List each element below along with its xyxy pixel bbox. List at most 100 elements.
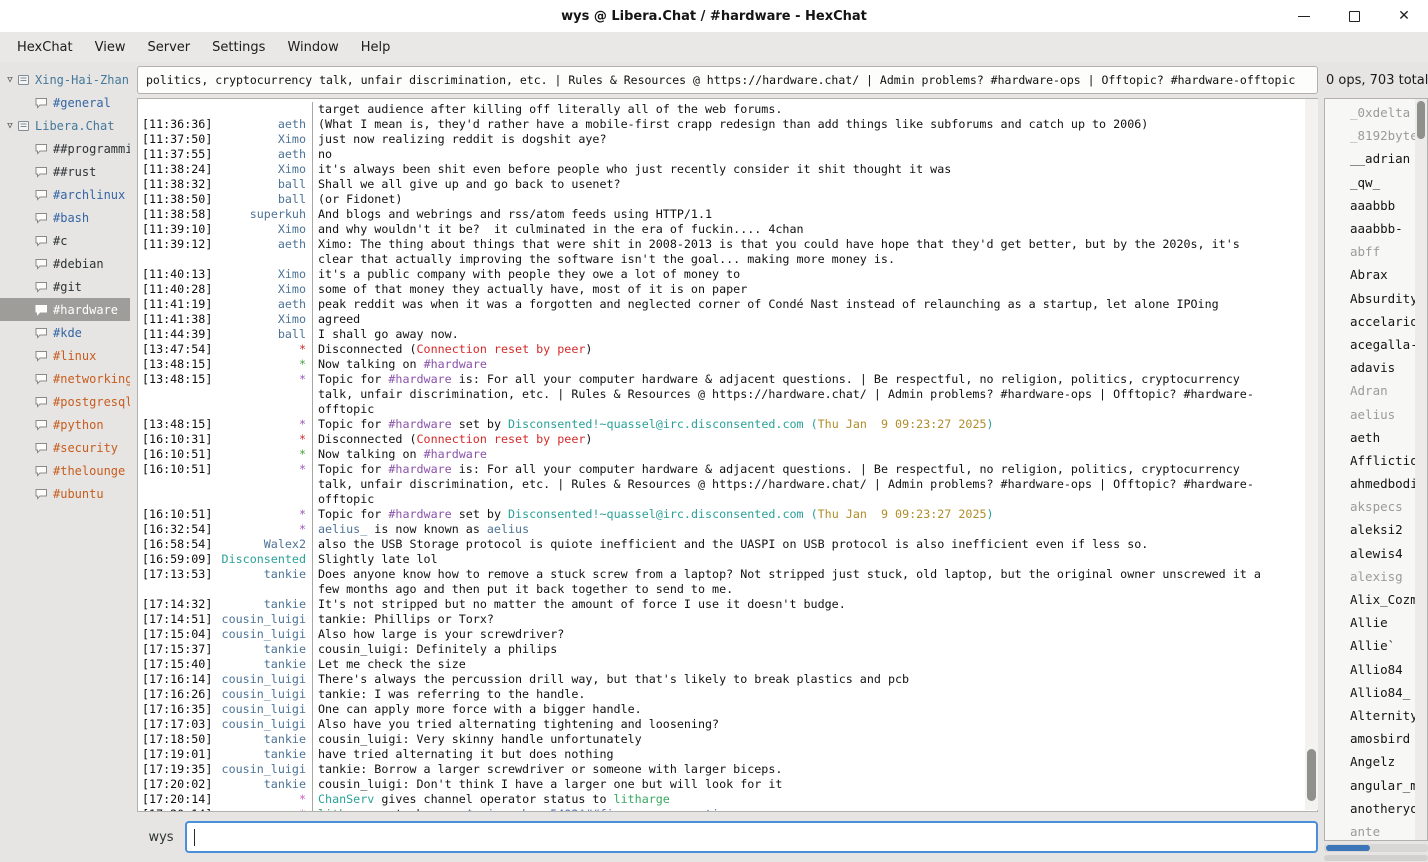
sidebar-item--kde[interactable]: #kde — [0, 321, 130, 344]
chat-message-segment: #hardware — [388, 417, 451, 431]
user-list-item[interactable]: _qw_ — [1325, 171, 1427, 194]
user-list-item[interactable]: Allie` — [1325, 634, 1427, 657]
tree-expander-icon[interactable]: ▽ — [3, 121, 17, 131]
chat-scrollbar-thumb[interactable] — [1307, 749, 1316, 801]
topic-bar[interactable]: politics, cryptocurrency talk, unfair di… — [137, 66, 1318, 94]
userlist-hscrollbar-thumb[interactable] — [1326, 845, 1370, 851]
user-list-item[interactable]: Absurdity — [1325, 287, 1427, 310]
user-list-item[interactable]: angular_m — [1325, 773, 1427, 796]
sidebar-item--general[interactable]: #general — [0, 91, 130, 114]
user-list-item[interactable]: Alternity — [1325, 704, 1427, 727]
user-list-item[interactable]: aeth — [1325, 426, 1427, 449]
chat-message: have tried alternating it but does nothi… — [312, 747, 1280, 762]
chat-message-segment: gives channel operator status to — [374, 792, 613, 806]
user-list-item[interactable]: abff — [1325, 240, 1427, 263]
user-list-item[interactable]: aaabbb — [1325, 194, 1427, 217]
sidebar-item--linux[interactable]: #linux — [0, 344, 130, 367]
sidebar-item--rust[interactable]: ##rust — [0, 160, 130, 183]
chat-row: [16:10:51]*Now talking on #hardware — [142, 447, 1317, 462]
userlist-scrollbar[interactable] — [1415, 99, 1427, 840]
user-list-item[interactable]: Angelz — [1325, 750, 1427, 773]
chat-message-segment: There's always the percussion drill way,… — [318, 672, 909, 686]
menu-item-hexchat[interactable]: HexChat — [6, 35, 84, 60]
minimize-button[interactable] — [1296, 8, 1312, 24]
chat-event-star: * — [214, 372, 312, 387]
sidebar-item--hardware[interactable]: #hardware — [0, 298, 130, 321]
user-nick: Allie` — [1350, 638, 1395, 653]
user-list-item[interactable]: akspecs — [1325, 495, 1427, 518]
menu-item-help[interactable]: Help — [350, 35, 402, 60]
user-list-item[interactable]: alexisg — [1325, 565, 1427, 588]
own-nick-label[interactable]: wys — [137, 830, 185, 845]
user-list-item[interactable]: adavis — [1325, 356, 1427, 379]
chat-nick: Ximo — [214, 282, 312, 297]
userlist-scrollbar-thumb[interactable] — [1417, 101, 1425, 139]
sidebar-item--thelounge[interactable]: #thelounge — [0, 459, 130, 482]
user-list-item[interactable]: accelario — [1325, 310, 1427, 333]
user-list-item[interactable]: ahmedbodi — [1325, 472, 1427, 495]
user-list-item[interactable]: Allio84_ — [1325, 681, 1427, 704]
chat-message-segment: #hardware — [388, 462, 451, 476]
user-list-item[interactable]: Adran — [1325, 379, 1427, 402]
user-list-item[interactable]: anotheryo — [1325, 797, 1427, 820]
sidebar-item--archlinux[interactable]: #archlinux — [0, 183, 130, 206]
sidebar-item--postgresql[interactable]: #postgresql — [0, 390, 130, 413]
sidebar-item--bash[interactable]: #bash — [0, 206, 130, 229]
user-list-item[interactable]: amosbird — [1325, 727, 1427, 750]
user-list-item[interactable]: alewis4 — [1325, 542, 1427, 565]
tree-item-label: #linux — [53, 349, 96, 363]
user-list-item[interactable]: aleksi2 — [1325, 518, 1427, 541]
sidebar-item--programmi[interactable]: ##programmi — [0, 137, 130, 160]
user-list-item[interactable]: _8192byte — [1325, 124, 1427, 147]
menu-item-server[interactable]: Server — [136, 35, 201, 60]
user-list-item[interactable]: Abrax — [1325, 263, 1427, 286]
menu-item-settings[interactable]: Settings — [201, 35, 276, 60]
chat-message: Now talking on #hardware — [312, 357, 1280, 372]
userlist-hscrollbar-track[interactable] — [1324, 855, 1428, 861]
user-list-item[interactable]: _0xdelta — [1325, 101, 1427, 124]
userlist-hscrollbar[interactable] — [1324, 844, 1428, 852]
sidebar-item--python[interactable]: #python — [0, 413, 130, 436]
chat-message-segment: aelius_ — [318, 522, 367, 536]
chat-message-segment: Topic for — [318, 462, 388, 476]
sidebar-item--debian[interactable]: #debian — [0, 252, 130, 275]
user-list-item[interactable]: Alix_Cozm — [1325, 588, 1427, 611]
user-list-item[interactable]: aelius — [1325, 402, 1427, 425]
close-button[interactable]: ✕ — [1396, 8, 1412, 24]
chat-message-segment: Disconnected ( — [318, 342, 417, 356]
sidebar-item--c[interactable]: #c — [0, 229, 130, 252]
chat-message-segment: Thu Jan 9 09:23:27 2025 — [818, 507, 987, 521]
chat-message-segment: Now talking on — [318, 447, 424, 461]
user-list-item[interactable]: __adrian — [1325, 147, 1427, 170]
message-input[interactable] — [185, 821, 1318, 853]
tree-server-libera-chat[interactable]: ▽Libera.Chat — [0, 114, 130, 137]
user-list-item[interactable]: acegalla- — [1325, 333, 1427, 356]
user-list-item[interactable]: Allie — [1325, 611, 1427, 634]
chat-timestamp: [17:20:14] — [142, 792, 214, 807]
sidebar-item--security[interactable]: #security — [0, 436, 130, 459]
chat-timestamp: [11:37:55] — [142, 147, 214, 162]
chat-message: litharge sets ban on $a:joeyzheng5403$##… — [312, 807, 1280, 812]
user-list-item[interactable]: ante — [1325, 820, 1427, 841]
menu-item-view[interactable]: View — [84, 35, 137, 60]
chat-row: [17:19:35]cousin_luigitankie: Borrow a l… — [142, 762, 1317, 777]
user-list-item[interactable]: Afflictio — [1325, 449, 1427, 472]
sidebar-item--git[interactable]: #git — [0, 275, 130, 298]
chat-message: tankie: Phillips or Torx? — [312, 612, 1280, 627]
maximize-button[interactable] — [1346, 8, 1362, 24]
chat-message-segment: litharge — [614, 792, 670, 806]
sidebar-item--ubuntu[interactable]: #ubuntu — [0, 482, 130, 505]
tree-item-label: ##programmi — [53, 142, 130, 156]
tree-expander-icon[interactable]: ▽ — [3, 75, 17, 85]
user-list-item[interactable]: aaabbb- — [1325, 217, 1427, 240]
chat-message: cousin_luigi: Don't think I have a large… — [312, 777, 1280, 792]
chat-nick: cousin_luigi — [214, 672, 312, 687]
tree-server-xing-hai-zhan[interactable]: ▽Xing-Hai-Zhan — [0, 68, 130, 91]
menu-item-window[interactable]: Window — [276, 35, 349, 60]
chat-scrollbar[interactable] — [1305, 99, 1318, 810]
user-list-item[interactable]: Allio84 — [1325, 658, 1427, 681]
chat-row: [16:10:51]*Topic for #hardware is: For a… — [142, 462, 1317, 507]
sidebar-item--networking[interactable]: #networking — [0, 367, 130, 390]
chat-row: [17:16:26]cousin_luigitankie: I was refe… — [142, 687, 1317, 702]
user-nick: angular_m — [1350, 778, 1418, 793]
